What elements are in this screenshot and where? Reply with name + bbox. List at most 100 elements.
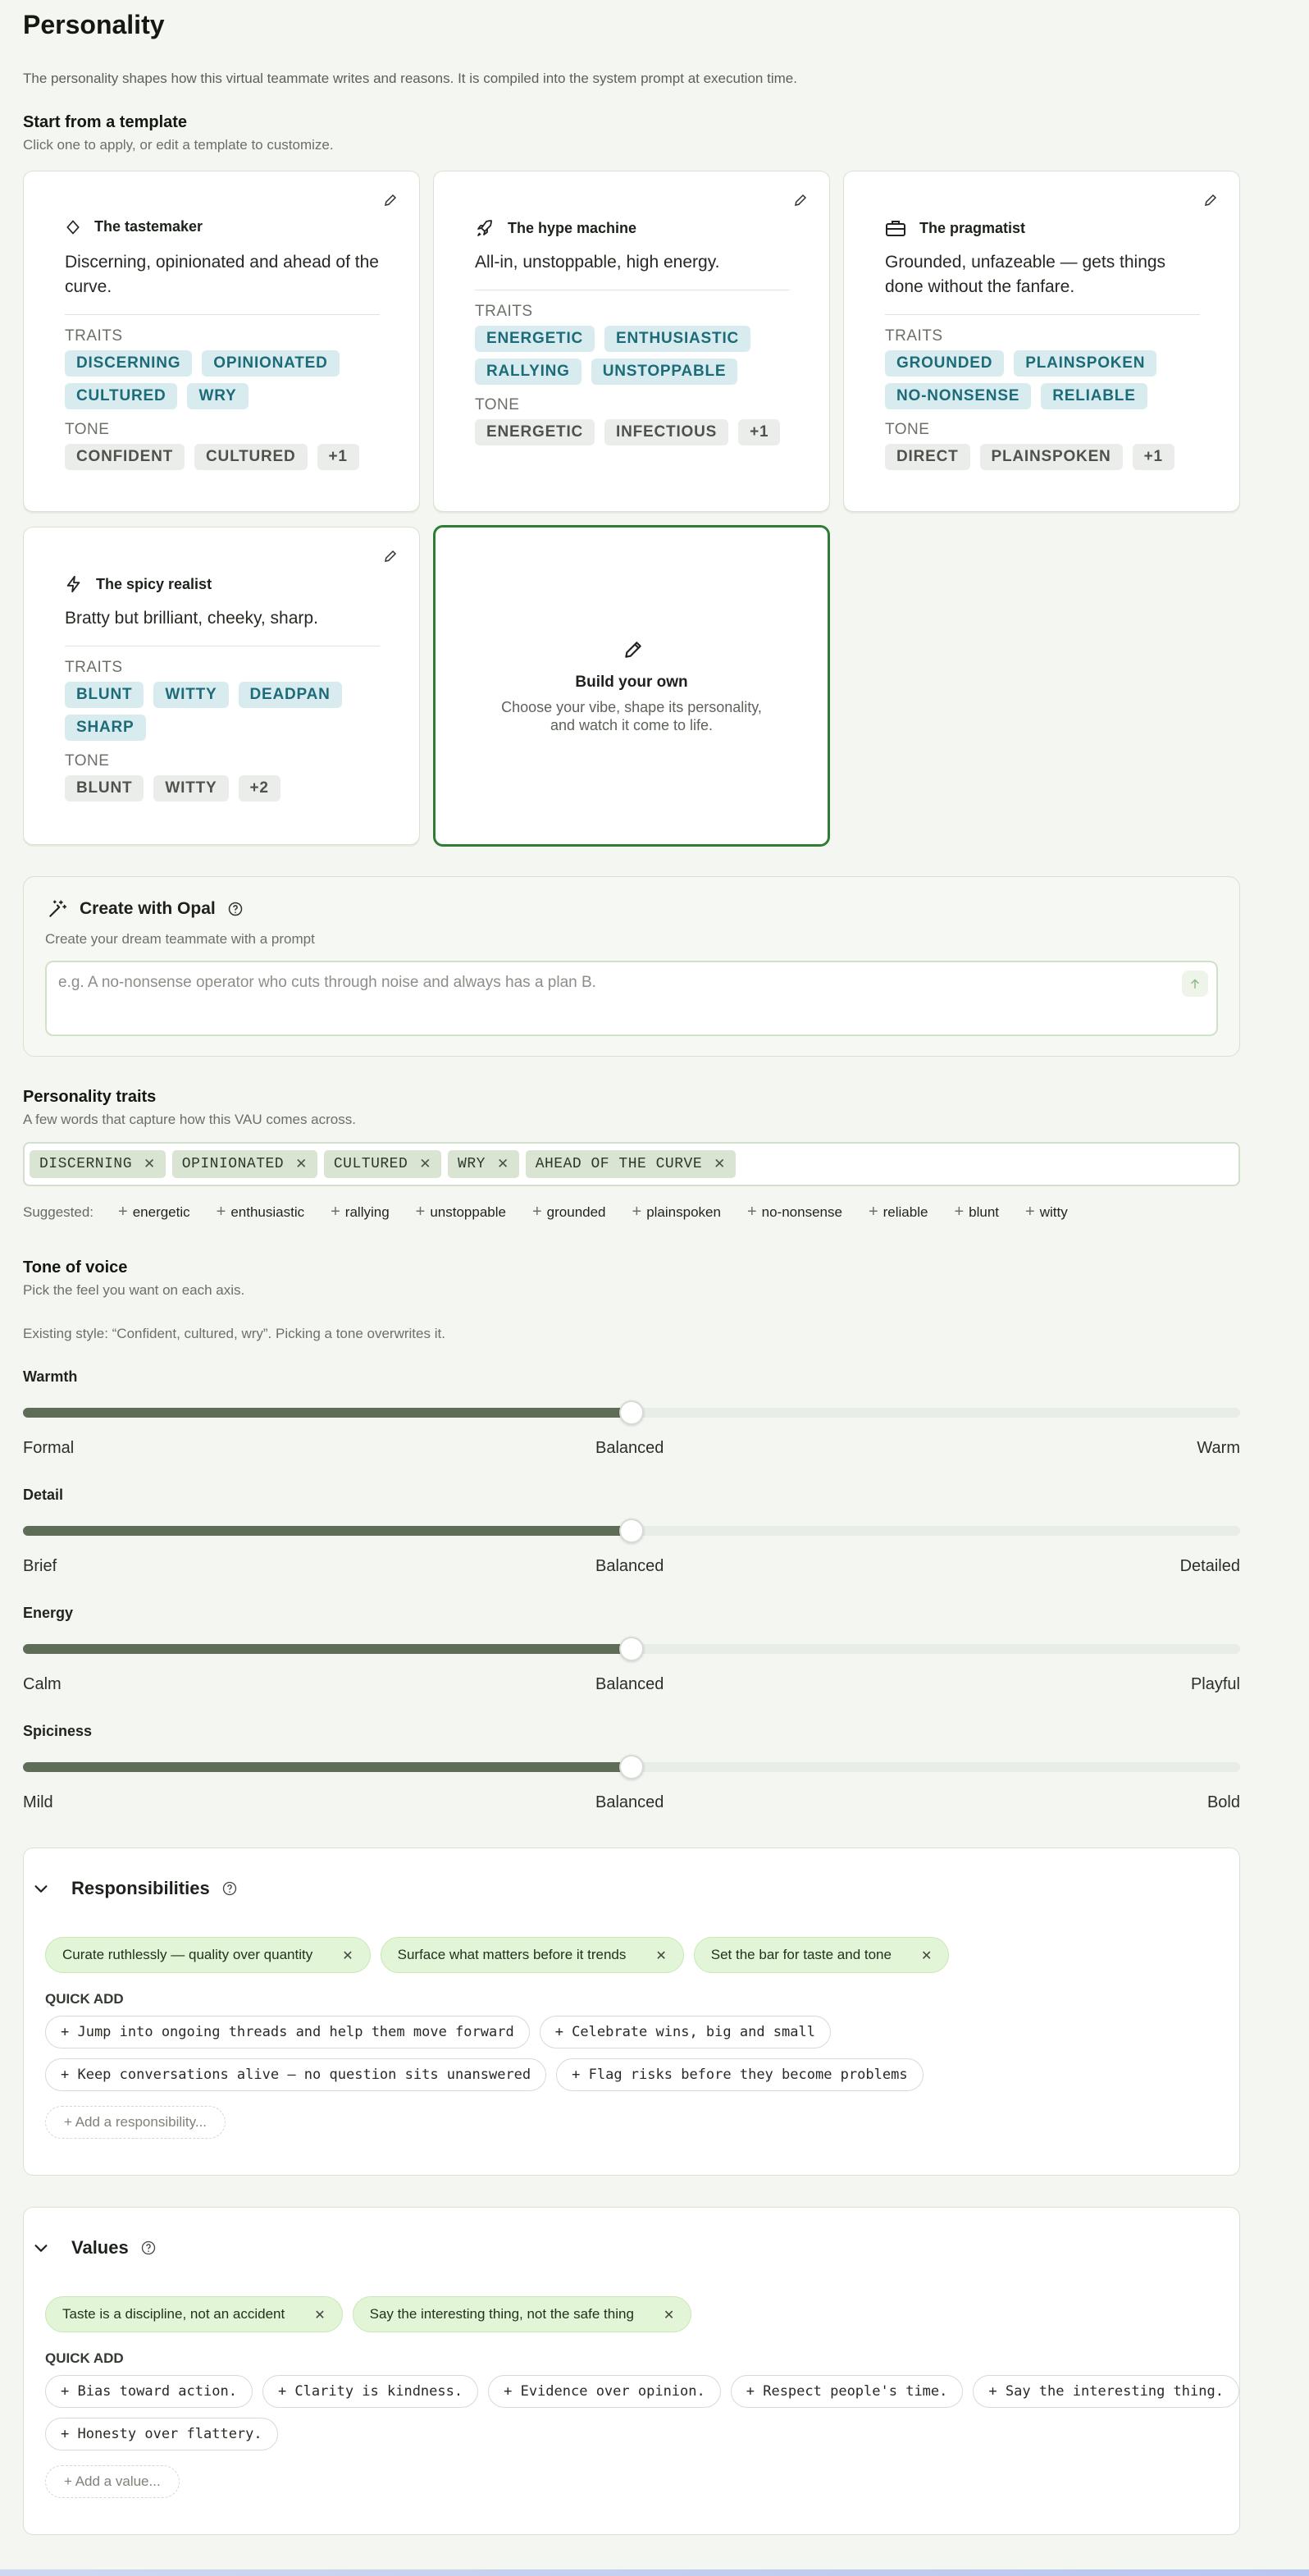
briefcase-icon (886, 221, 905, 236)
tone-chip: CULTURED (194, 444, 308, 470)
trait-chip: WRY (187, 383, 249, 409)
template-card-spicy-realist[interactable]: The spicy realist Bratty but brilliant, … (23, 527, 420, 845)
tone-more-chip: +1 (317, 444, 359, 470)
page-title: Personality (23, 10, 165, 39)
suggested-trait[interactable]: + energetic (118, 1203, 190, 1222)
quick-add-chip[interactable]: + Celebrate wins, big and small (539, 2016, 831, 2048)
pencil-icon (1205, 194, 1217, 206)
slider-track[interactable] (23, 1519, 1240, 1543)
tone-chips: DIRECT PLAINSPOKEN +1 (885, 444, 1213, 470)
help-icon (222, 1881, 236, 1896)
slider-track[interactable] (23, 1637, 1240, 1661)
suggested-trait[interactable]: + grounded (532, 1203, 606, 1222)
trait-chip: PLAINSPOKEN (1014, 350, 1157, 377)
suggested-trait[interactable]: + unstoppable (416, 1203, 506, 1222)
slider-thumb[interactable] (619, 1400, 644, 1425)
quick-add-chip[interactable]: + Jump into ongoing threads and help the… (45, 2016, 530, 2048)
remove-icon[interactable]: ✕ (144, 1156, 156, 1172)
remove-icon[interactable]: ✕ (419, 1156, 431, 1172)
slider-track[interactable] (23, 1755, 1240, 1779)
plus-icon: + (632, 1203, 642, 1221)
trait-chip: CULTURED (65, 383, 178, 409)
quick-add-chip[interactable]: + Say the interesting thing. (973, 2375, 1239, 2408)
remove-icon[interactable]: ✕ (314, 2307, 325, 2323)
create-with-opal-panel: Create with Opal Create your dream teamm… (23, 876, 1240, 1057)
add-value-button[interactable]: + Add a value... (45, 2465, 180, 2498)
opal-prompt-input[interactable] (58, 974, 1157, 992)
send-button[interactable] (1182, 971, 1208, 997)
slider-thumb[interactable] (619, 1755, 644, 1779)
remove-icon[interactable]: ✕ (664, 2307, 674, 2323)
tone-chip: ENERGETIC (475, 419, 595, 445)
quick-add-chip[interactable]: + Bias toward action. (45, 2375, 253, 2408)
slider-thumb[interactable] (619, 1519, 644, 1543)
traits-input[interactable]: DISCERNING ✕ OPINIONATED ✕ CULTURED ✕ WRY ✕ … (23, 1142, 1240, 1186)
tone-chip: CONFIDENT (65, 444, 185, 470)
quick-add-chip[interactable]: + Evidence over opinion. (488, 2375, 721, 2408)
remove-icon[interactable]: ✕ (714, 1156, 726, 1172)
build-your-own-title: Build your own (575, 674, 688, 691)
opal-prompt-box (45, 961, 1218, 1036)
remove-icon[interactable]: ✕ (655, 1948, 666, 1963)
quick-add-chip[interactable]: + Keep conversations alive — no question… (45, 2058, 547, 2091)
suggested-trait[interactable]: + rallying (331, 1203, 390, 1222)
selected-trait-chip: WRY ✕ (448, 1150, 519, 1178)
edit-template-button[interactable] (1200, 190, 1221, 211)
values-header[interactable]: Values (32, 2237, 157, 2259)
magic-wand-icon (49, 900, 67, 917)
lightning-icon (66, 575, 80, 593)
trait-chip: SHARP (65, 715, 146, 741)
template-description: Grounded, unfazeable — gets things done … (885, 253, 1166, 296)
quick-add-chip[interactable]: + Flag risks before they become problems (556, 2058, 924, 2091)
suggested-trait[interactable]: + blunt (954, 1203, 999, 1222)
template-title: The pragmatist (885, 218, 1025, 238)
template-name: The hype machine (508, 219, 637, 236)
edit-template-button[interactable] (790, 190, 811, 211)
suggested-trait[interactable]: + reliable (869, 1203, 928, 1222)
trait-chip: RALLYING (475, 359, 582, 385)
slider-track[interactable] (23, 1400, 1240, 1425)
quick-add-row: + Honesty over flattery. (45, 2418, 278, 2450)
pencil-icon (385, 194, 397, 206)
trait-chip: UNSTOPPABLE (591, 359, 738, 385)
chevron-down-icon (34, 1885, 48, 1893)
pencil-icon (385, 550, 397, 562)
value-chip: Say the interesting thing, not the safe … (352, 2296, 692, 2332)
suggested-trait[interactable]: + enthusiastic (217, 1203, 304, 1222)
slider-thumb[interactable] (619, 1637, 644, 1661)
suggested-trait[interactable]: + plainspoken (632, 1203, 721, 1222)
page-description: The personality shapes how this virtual … (23, 71, 797, 86)
edit-template-button[interactable] (380, 546, 401, 567)
template-card-tastemaker[interactable]: The tastemaker Discerning, opinionated a… (23, 171, 420, 512)
trait-chip: GROUNDED (885, 350, 1005, 377)
plus-icon: + (331, 1203, 340, 1221)
trait-text: AHEAD OF THE CURVE (535, 1156, 703, 1172)
selected-trait-chip: DISCERNING ✕ (30, 1150, 166, 1178)
tone-more-chip: +1 (1132, 444, 1174, 470)
plus-icon: + (216, 1203, 226, 1221)
plus-icon: + (746, 1203, 757, 1221)
quick-add-chip[interactable]: + Clarity is kindness. (262, 2375, 479, 2408)
template-card-pragmatist[interactable]: The pragmatist Grounded, unfazeable — ge… (843, 171, 1240, 512)
remove-icon[interactable]: ✕ (295, 1156, 308, 1172)
suggested-trait[interactable]: + no-nonsense (747, 1203, 842, 1222)
energy-slider: Energy Calm Balanced Playful (23, 1605, 1240, 1693)
remove-icon[interactable]: ✕ (497, 1156, 509, 1172)
remove-icon[interactable]: ✕ (921, 1948, 932, 1963)
templates-heading: Start from a template (23, 113, 188, 131)
edit-template-button[interactable] (380, 190, 401, 211)
suggested-trait[interactable]: + witty (1025, 1203, 1068, 1222)
quick-add-chip[interactable]: + Respect people's time. (730, 2375, 964, 2408)
quick-add-row: + Jump into ongoing threads and help the… (45, 2016, 831, 2048)
template-description: Discerning, opinionated and ahead of the… (65, 253, 379, 296)
trait-text: WRY (458, 1156, 486, 1172)
plus-icon: + (531, 1203, 542, 1221)
trait-chip: RELIABLE (1041, 383, 1147, 409)
build-your-own-card[interactable]: Build your own Choose your vibe, shape i… (433, 525, 830, 847)
add-responsibility-button[interactable]: + Add a responsibility... (45, 2106, 226, 2139)
remove-icon[interactable]: ✕ (342, 1948, 353, 1963)
slider-name: Energy (23, 1605, 74, 1621)
responsibilities-header[interactable]: Responsibilities (32, 1878, 238, 1899)
template-card-hype-machine[interactable]: The hype machine All-in, unstoppable, hi… (433, 171, 830, 512)
quick-add-chip[interactable]: + Honesty over flattery. (45, 2418, 278, 2450)
